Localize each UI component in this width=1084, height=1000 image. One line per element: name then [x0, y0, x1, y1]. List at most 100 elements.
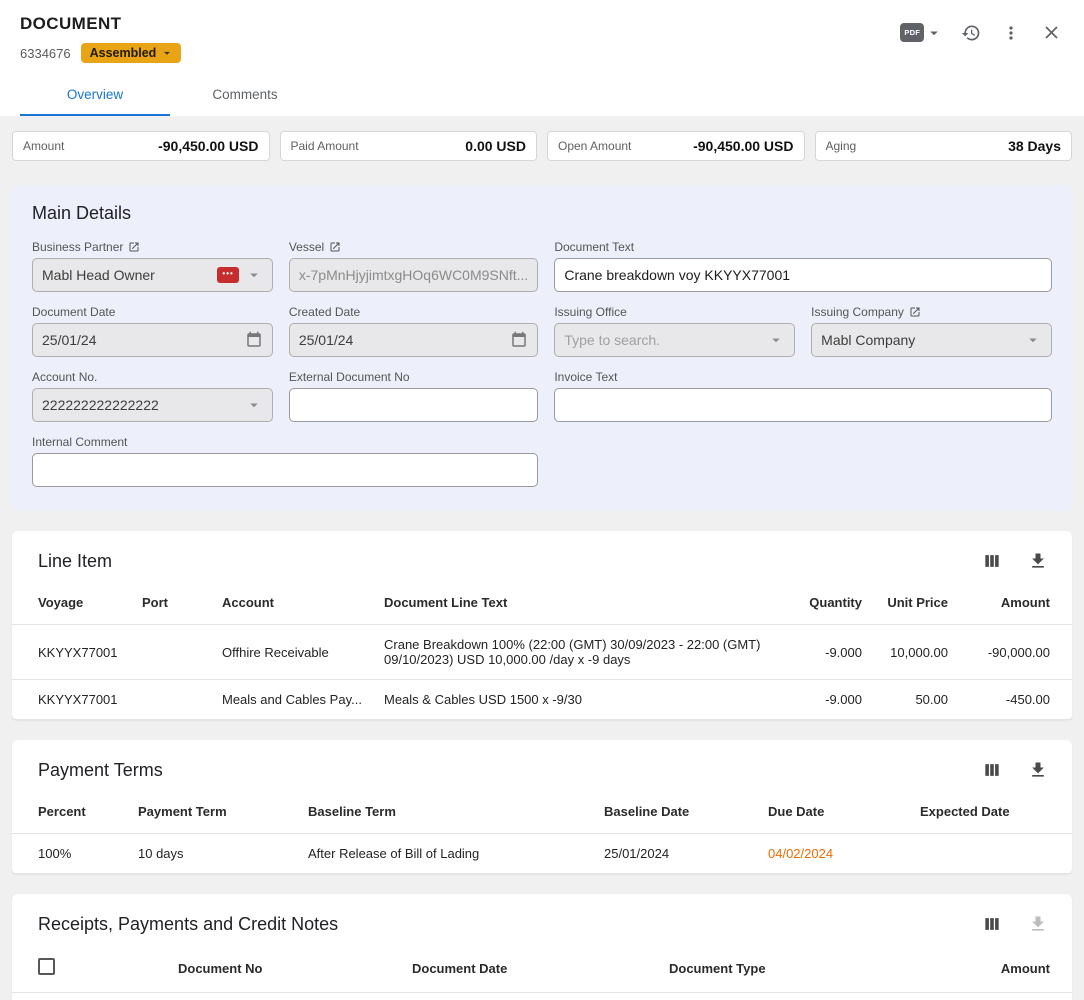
- cell-payment-term: 10 days: [130, 834, 300, 874]
- internal-comment-input[interactable]: [32, 453, 538, 487]
- account-no-value: 222222222222222: [42, 397, 239, 413]
- chevron-down-icon: [160, 46, 174, 60]
- tab-comments[interactable]: Comments: [170, 77, 320, 116]
- external-link-icon[interactable]: [329, 241, 341, 253]
- col-port: Port: [134, 581, 214, 625]
- page-title: DOCUMENT: [20, 14, 181, 34]
- external-link-icon[interactable]: [128, 241, 140, 253]
- table-row[interactable]: 100% 10 days After Release of Bill of La…: [12, 834, 1072, 874]
- column-settings-button[interactable]: [980, 912, 1004, 936]
- summary-value: -90,450.00 USD: [158, 138, 258, 154]
- internal-comment-label: Internal Comment: [32, 435, 127, 449]
- document-number: 6334676: [20, 46, 71, 61]
- table-row[interactable]: KKYYX77001 Offhire Receivable Crane Brea…: [12, 625, 1072, 680]
- section-title: Line Item: [38, 551, 112, 572]
- tab-bar: Overview Comments: [20, 77, 1064, 116]
- download-button[interactable]: [1026, 549, 1050, 573]
- cell-unit-price: 10,000.00: [870, 625, 956, 680]
- line-item-table: Voyage Port Account Document Line Text Q…: [12, 581, 1072, 720]
- col-unit-price: Unit Price: [870, 581, 956, 625]
- field-account-no: Account No. 222222222222222: [32, 370, 273, 422]
- external-document-no-label: External Document No: [289, 370, 410, 384]
- chevron-down-icon: [245, 266, 263, 284]
- cell-account: Meals and Cables Pay...: [214, 680, 376, 720]
- column-settings-button[interactable]: [980, 758, 1004, 782]
- document-date-value: 25/01/24: [42, 332, 239, 348]
- status-badge[interactable]: Assembled: [81, 43, 182, 63]
- column-settings-button[interactable]: [980, 549, 1004, 573]
- calendar-icon[interactable]: [245, 331, 263, 349]
- issuing-office-select[interactable]: Type to search.: [554, 323, 795, 357]
- tab-overview[interactable]: Overview: [20, 77, 170, 116]
- field-external-document-no: External Document No: [289, 370, 539, 422]
- calendar-icon[interactable]: [510, 331, 528, 349]
- cell-expected-date: [912, 834, 1072, 874]
- issuing-company-label: Issuing Company: [811, 305, 904, 319]
- field-created-date: Created Date 25/01/24: [289, 305, 539, 357]
- summary-cards: Amount -90,450.00 USD Paid Amount 0.00 U…: [12, 131, 1072, 161]
- close-button[interactable]: [1039, 20, 1064, 45]
- alert-badge: •••: [217, 267, 238, 283]
- columns-icon: [982, 551, 1002, 571]
- table-row[interactable]: KKYYX77001 Meals and Cables Pay... Meals…: [12, 680, 1072, 720]
- cell-quantity: -9.000: [780, 625, 870, 680]
- col-document-line-text: Document Line Text: [376, 581, 780, 625]
- field-document-text: Document Text: [554, 240, 1052, 292]
- field-issuing-office: Issuing Office Type to search.: [554, 305, 795, 357]
- cell-account: Offhire Receivable: [214, 625, 376, 680]
- col-baseline-date: Baseline Date: [596, 790, 760, 834]
- pdf-icon: PDF: [900, 23, 924, 43]
- receipts-table: Document No Document Date Document Type …: [12, 944, 1072, 993]
- issuing-office-label: Issuing Office: [554, 305, 626, 319]
- col-baseline-term: Baseline Term: [300, 790, 596, 834]
- download-button[interactable]: [1026, 758, 1050, 782]
- payment-terms-section: Payment Terms Percent Payment Term Basel…: [12, 740, 1072, 874]
- col-document-type: Document Type: [661, 944, 946, 993]
- document-text-input[interactable]: [554, 258, 1052, 292]
- col-quantity: Quantity: [780, 581, 870, 625]
- vessel-field: x-7pMnHjyjimtxgHOq6WC0M9SNft...: [289, 258, 539, 292]
- cell-voyage: KKYYX77001: [12, 625, 134, 680]
- summary-card-open-amount: Open Amount -90,450.00 USD: [547, 131, 805, 161]
- field-internal-comment: Internal Comment: [32, 435, 538, 487]
- history-icon: [961, 23, 981, 43]
- pdf-export-button[interactable]: PDF: [900, 23, 943, 43]
- created-date-label: Created Date: [289, 305, 360, 319]
- issuing-office-placeholder: Type to search.: [564, 332, 761, 348]
- summary-card-aging: Aging 38 Days: [815, 131, 1073, 161]
- document-date-picker[interactable]: 25/01/24: [32, 323, 273, 357]
- main-details-section: Main Details Business Partner Mabl Head …: [12, 185, 1072, 511]
- chevron-down-icon: [767, 331, 785, 349]
- history-button[interactable]: [959, 21, 983, 45]
- columns-icon: [982, 760, 1002, 780]
- col-document-date: Document Date: [404, 944, 661, 993]
- external-document-no-input[interactable]: [289, 388, 539, 422]
- created-date-picker[interactable]: 25/01/24: [289, 323, 539, 357]
- external-link-icon[interactable]: [909, 306, 921, 318]
- col-amount: Amount: [946, 944, 1072, 993]
- summary-card-paid-amount: Paid Amount 0.00 USD: [280, 131, 538, 161]
- cell-document-line-text: Crane Breakdown 100% (22:00 (GMT) 30/09/…: [376, 625, 780, 680]
- invoice-text-input[interactable]: [554, 388, 1052, 422]
- kebab-menu-icon: [1001, 23, 1021, 43]
- chevron-down-icon: [245, 396, 263, 414]
- summary-label: Amount: [23, 139, 64, 153]
- more-options-button[interactable]: [999, 21, 1023, 45]
- account-no-select[interactable]: 222222222222222: [32, 388, 273, 422]
- cell-amount: -450.00: [956, 680, 1072, 720]
- cell-percent: 100%: [12, 834, 130, 874]
- col-expected-date: Expected Date: [912, 790, 1072, 834]
- field-document-date: Document Date 25/01/24: [32, 305, 273, 357]
- summary-value: -90,450.00 USD: [693, 138, 793, 154]
- issuing-company-select[interactable]: Mabl Company: [811, 323, 1052, 357]
- created-date-value: 25/01/24: [299, 332, 505, 348]
- cell-voyage: KKYYX77001: [12, 680, 134, 720]
- section-title: Payment Terms: [38, 760, 163, 781]
- summary-label: Open Amount: [558, 139, 631, 153]
- close-icon: [1041, 22, 1062, 43]
- receipts-section: Receipts, Payments and Credit Notes Docu…: [12, 894, 1072, 1000]
- business-partner-select[interactable]: Mabl Head Owner •••: [32, 258, 273, 292]
- payment-terms-table: Percent Payment Term Baseline Term Basel…: [12, 790, 1072, 874]
- field-issuing-company: Issuing Company Mabl Company: [811, 305, 1052, 357]
- select-all-checkbox[interactable]: [38, 958, 55, 975]
